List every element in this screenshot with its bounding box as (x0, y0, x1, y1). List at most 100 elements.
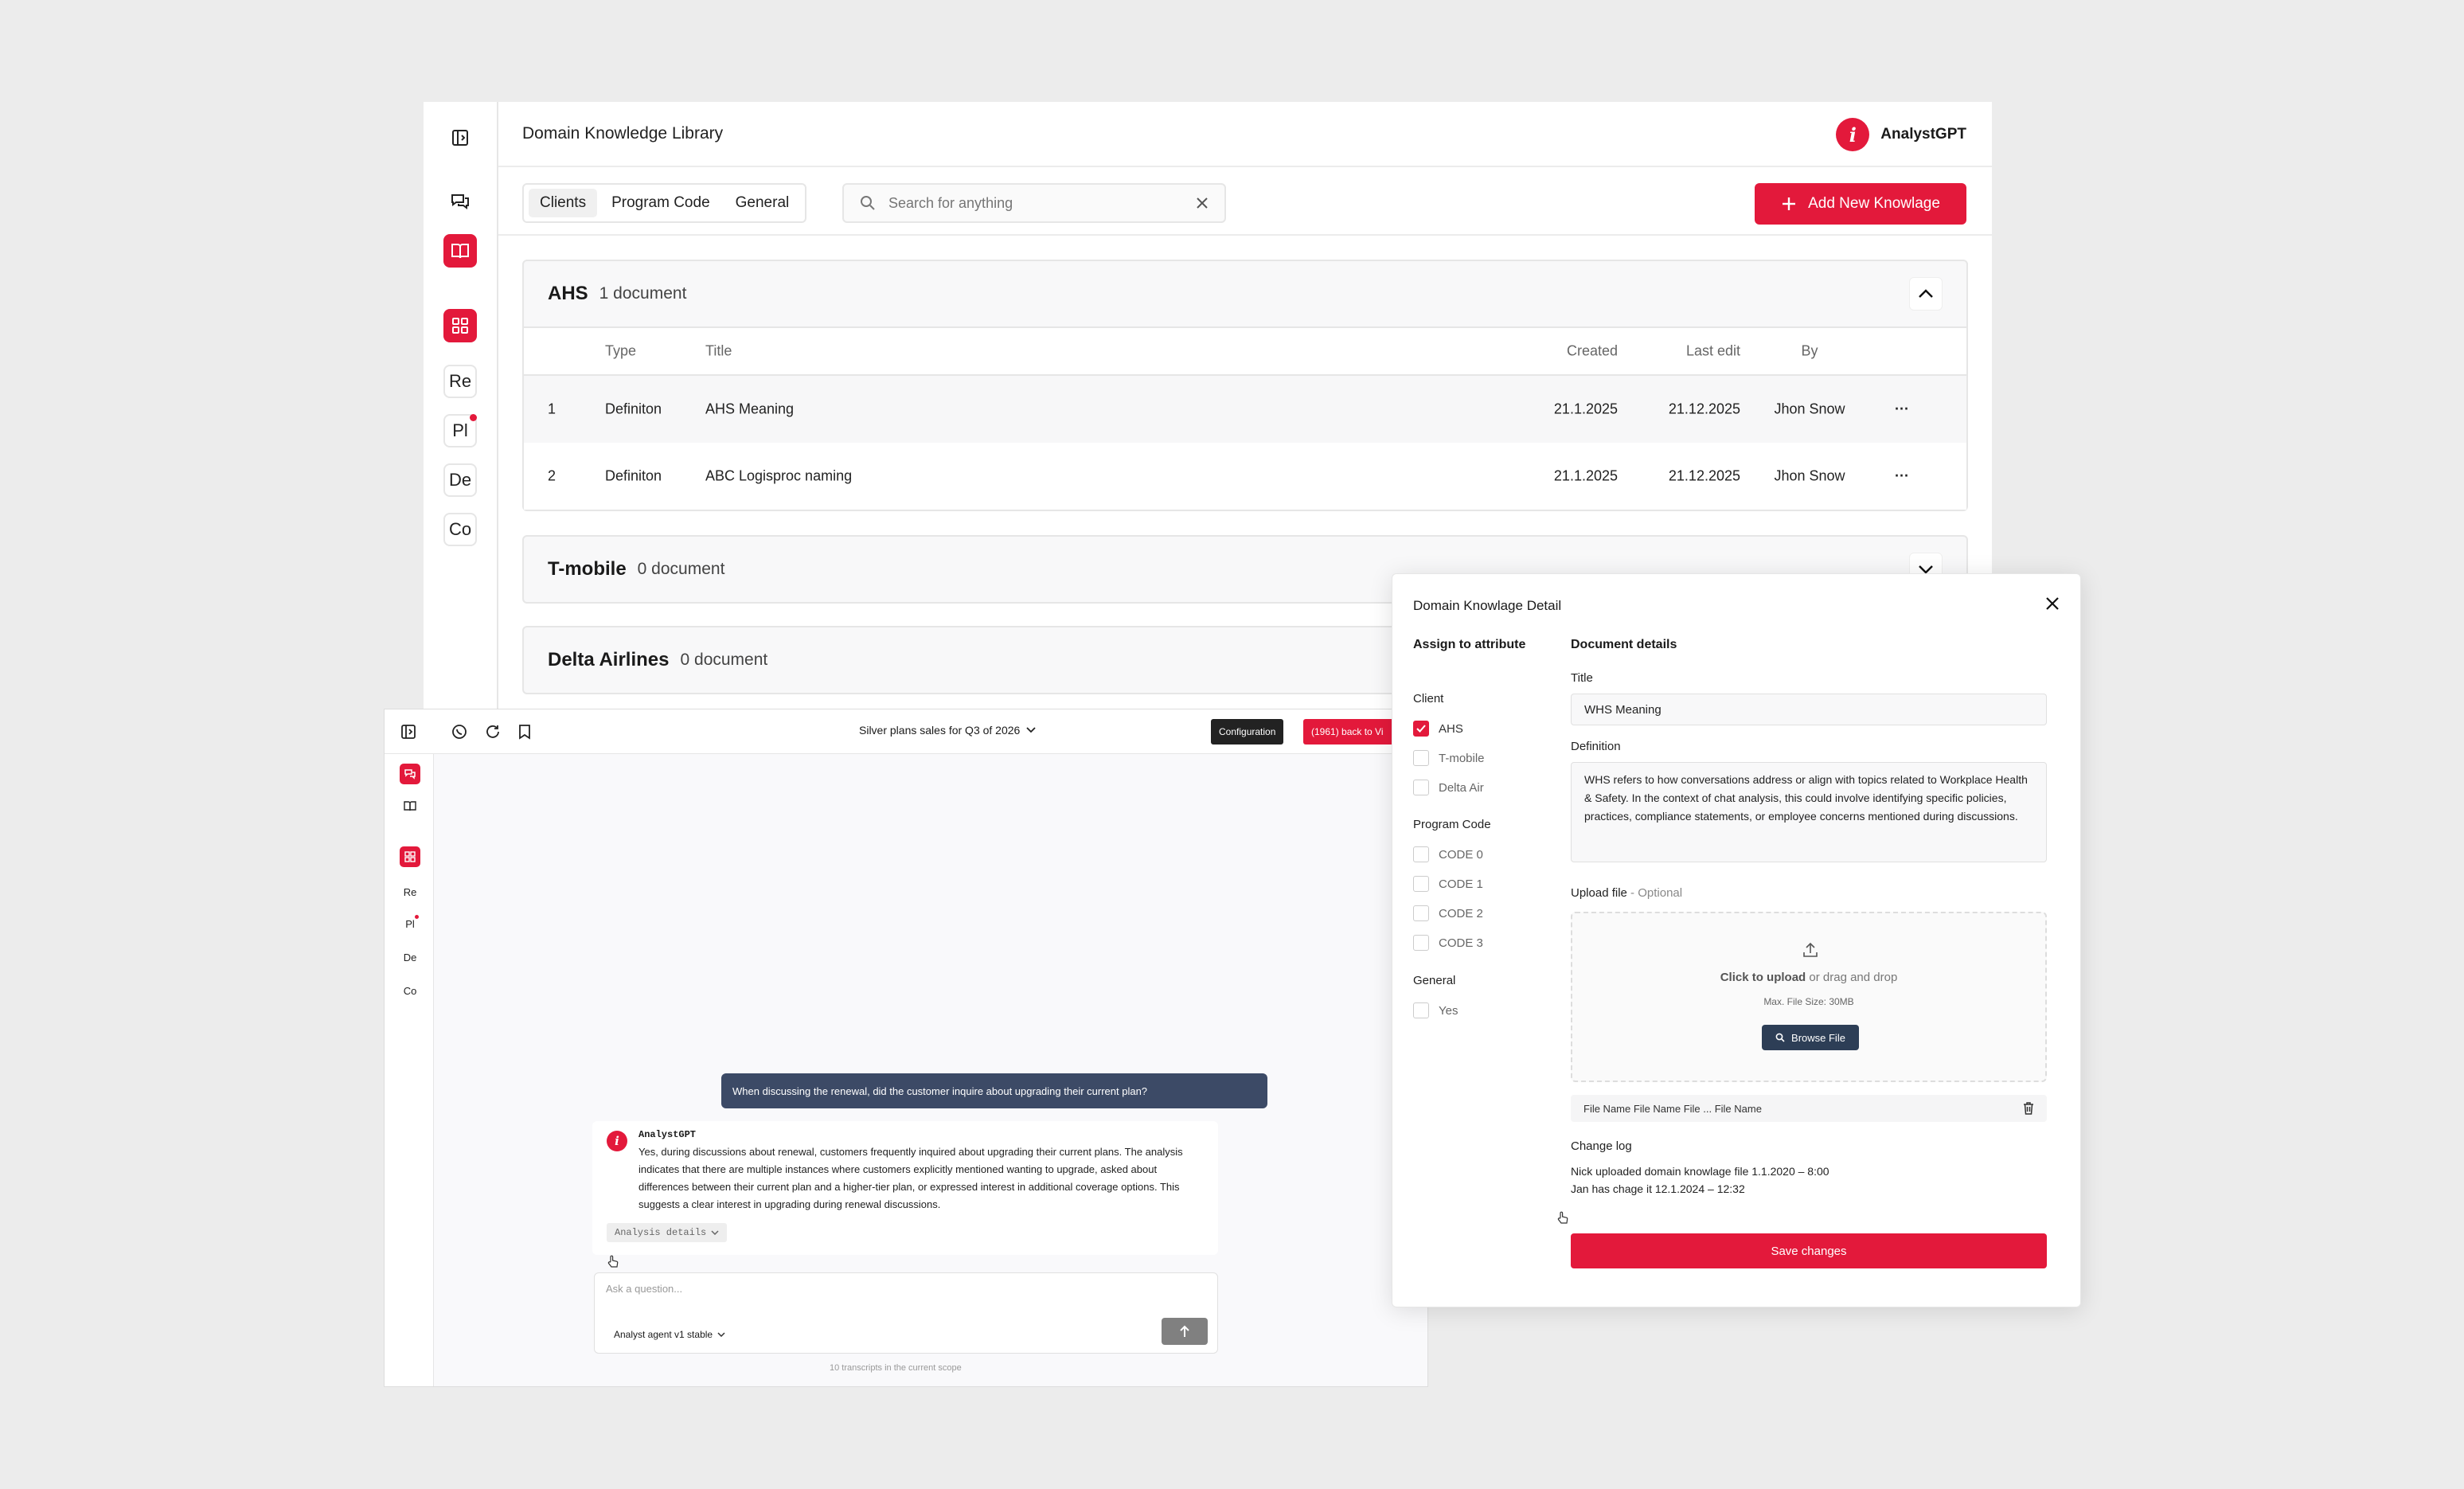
group-count: 0 document (680, 651, 768, 669)
checkbox-code-0[interactable]: CODE 0 (1413, 846, 1483, 862)
changelog-label: Change log (1571, 1139, 1632, 1153)
whatsapp-chat-icon[interactable] (451, 724, 467, 740)
sidebar-shortcut-re[interactable]: Re (443, 365, 477, 398)
dashboard-icon[interactable] (400, 846, 420, 867)
trash-icon[interactable] (2023, 1102, 2034, 1115)
sidebar-shortcut-de[interactable]: De (400, 947, 420, 967)
checkbox-code-3[interactable]: CODE 3 (1413, 935, 1483, 951)
upload-optional: - Optional (1626, 886, 1683, 900)
filter-tabs: Clients Program Code General (522, 183, 807, 223)
sidebar-shortcut-de[interactable]: De (443, 463, 477, 497)
chevron-down-icon (717, 1332, 725, 1337)
refresh-icon[interactable] (485, 724, 501, 740)
row-title: AHS Meaning (705, 401, 795, 417)
chevron-up-icon[interactable] (1909, 277, 1943, 311)
title-input[interactable]: WHS Meaning (1571, 694, 2047, 725)
checkbox-client-ahs[interactable]: AHS (1413, 721, 1463, 737)
checkbox-general-yes[interactable]: Yes (1413, 1002, 1458, 1018)
agent-selector[interactable]: Analyst agent v1 stable (614, 1329, 725, 1340)
table-row[interactable]: 2 Definiton ABC Logisproc naming 21.1.20… (524, 443, 1966, 510)
search-icon (1775, 1033, 1785, 1042)
row-author: Jhon Snow (1774, 467, 1845, 484)
sidebar-shortcut-pl[interactable]: Pl (400, 913, 420, 934)
definition-label: Definition (1571, 740, 1621, 753)
sidebar-shortcut-re[interactable]: Re (400, 881, 420, 902)
chat-icon[interactable] (443, 185, 477, 218)
tab-general[interactable]: General (724, 189, 801, 217)
row-type: Definiton (605, 467, 662, 484)
page-header: Domain Knowledge Library i AnalystGPT (498, 102, 1992, 167)
modal-title: Domain Knowlage Detail (1413, 598, 1562, 613)
col-by: By (1801, 342, 1818, 359)
upload-drag: or drag and drop (1806, 971, 1898, 984)
checkbox-label: T-mobile (1439, 751, 1485, 765)
scope-note: 10 transcripts in the current scope (830, 1363, 962, 1373)
checkbox-box (1413, 905, 1429, 921)
col-created: Created (1566, 342, 1618, 359)
checkbox-code-1[interactable]: CODE 1 (1413, 876, 1483, 892)
knowledge-detail-modal: Domain Knowlage Detail Assign to attribu… (1392, 573, 2081, 1307)
sidebar-collapse-icon[interactable] (443, 121, 477, 154)
close-icon[interactable] (2045, 596, 2060, 611)
scope-selector[interactable]: Silver plans sales for Q3 of 2026 (859, 724, 1036, 737)
tab-program-code[interactable]: Program Code (600, 189, 721, 217)
tab-clients[interactable]: Clients (529, 189, 598, 217)
clear-search-icon[interactable] (1196, 197, 1209, 209)
row-last-edit: 21.12.2025 (1668, 401, 1740, 417)
document-details-heading: Document details (1571, 638, 1677, 651)
sidebar-shortcut-co[interactable]: Co (443, 513, 477, 546)
checkbox-client-t-mobile[interactable]: T-mobile (1413, 750, 1485, 766)
table-header: Type Title Created Last edit By (524, 328, 1966, 376)
row-created: 21.1.2025 (1553, 401, 1618, 417)
title-label: Title (1571, 671, 1593, 685)
add-knowledge-button[interactable]: Add New Knowlage (1755, 183, 1966, 225)
search-input[interactable] (888, 194, 1183, 212)
dashboard-icon[interactable] (443, 309, 477, 342)
sidebar-shortcut-pl[interactable]: Pl (443, 414, 477, 447)
sidebar-collapse-icon[interactable] (400, 724, 416, 740)
checkbox-label: AHS (1439, 721, 1463, 736)
library-icon[interactable] (400, 795, 420, 816)
upload-dropzone[interactable]: Click to upload or drag and drop Max. Fi… (1571, 912, 2047, 1082)
uploaded-file-row: File Name File Name File ... File Name (1571, 1095, 2047, 1122)
sidebar-shortcut-label: Pl (452, 420, 468, 440)
bookmark-icon[interactable] (518, 724, 531, 740)
library-icon[interactable] (443, 234, 477, 268)
configuration-button[interactable]: Configuration (1211, 719, 1284, 744)
brand: i AnalystGPT (1836, 118, 1966, 151)
chevron-down-icon (1026, 727, 1036, 733)
question-input[interactable]: Ask a question... (606, 1283, 682, 1295)
hand-pointer-icon (607, 1255, 619, 1269)
group-header[interactable]: AHS 1 document (524, 261, 1966, 326)
more-options-icon[interactable]: ··· (1890, 468, 1914, 485)
checkbox-code-2[interactable]: CODE 2 (1413, 905, 1483, 921)
upload-label-row: Upload file - Optional (1571, 886, 1682, 900)
group-count: 1 document (599, 284, 687, 303)
documents-table: Type Title Created Last edit By 1 Defini… (524, 326, 1966, 510)
assign-heading: Assign to attribute (1413, 638, 1526, 651)
row-number: 2 (548, 467, 556, 484)
hand-pointer-icon (1556, 1211, 1569, 1225)
more-options-icon[interactable]: ··· (1890, 401, 1914, 418)
checkbox-client-delta-air[interactable]: Delta Air (1413, 780, 1484, 795)
browse-file-button[interactable]: Browse File (1762, 1025, 1859, 1050)
chat-icon[interactable] (400, 764, 420, 784)
send-button[interactable] (1162, 1318, 1208, 1345)
analysis-details-toggle[interactable]: Analysis details (607, 1223, 728, 1242)
col-title: Title (705, 342, 732, 359)
chat-topbar: Silver plans sales for Q3 of 2026 Config… (385, 709, 1427, 754)
assistant-avatar-icon: i (607, 1131, 627, 1151)
file-name: File Name File Name File ... File Name (1583, 1102, 1762, 1115)
message-composer: Ask a question... Analyst agent v1 stabl… (594, 1272, 1218, 1354)
page-title: Domain Knowledge Library (522, 124, 724, 143)
checkbox-label: CODE 0 (1439, 847, 1483, 862)
scope-title: Silver plans sales for Q3 of 2026 (859, 724, 1021, 737)
program-code-label: Program Code (1413, 818, 1491, 831)
definition-textarea[interactable]: WHS refers to how conversations address … (1571, 762, 2047, 862)
save-changes-button[interactable]: Save changes (1571, 1233, 2047, 1268)
table-row[interactable]: 1 Definiton AHS Meaning 21.1.2025 21.12.… (524, 376, 1966, 443)
sidebar-shortcut-co[interactable]: Co (400, 980, 420, 1001)
changelog-entry: Jan has chage it 12.1.2024 – 12:32 (1571, 1182, 1745, 1195)
brand-name: AnalystGPT (1880, 126, 1966, 143)
group-name: AHS (548, 283, 588, 304)
